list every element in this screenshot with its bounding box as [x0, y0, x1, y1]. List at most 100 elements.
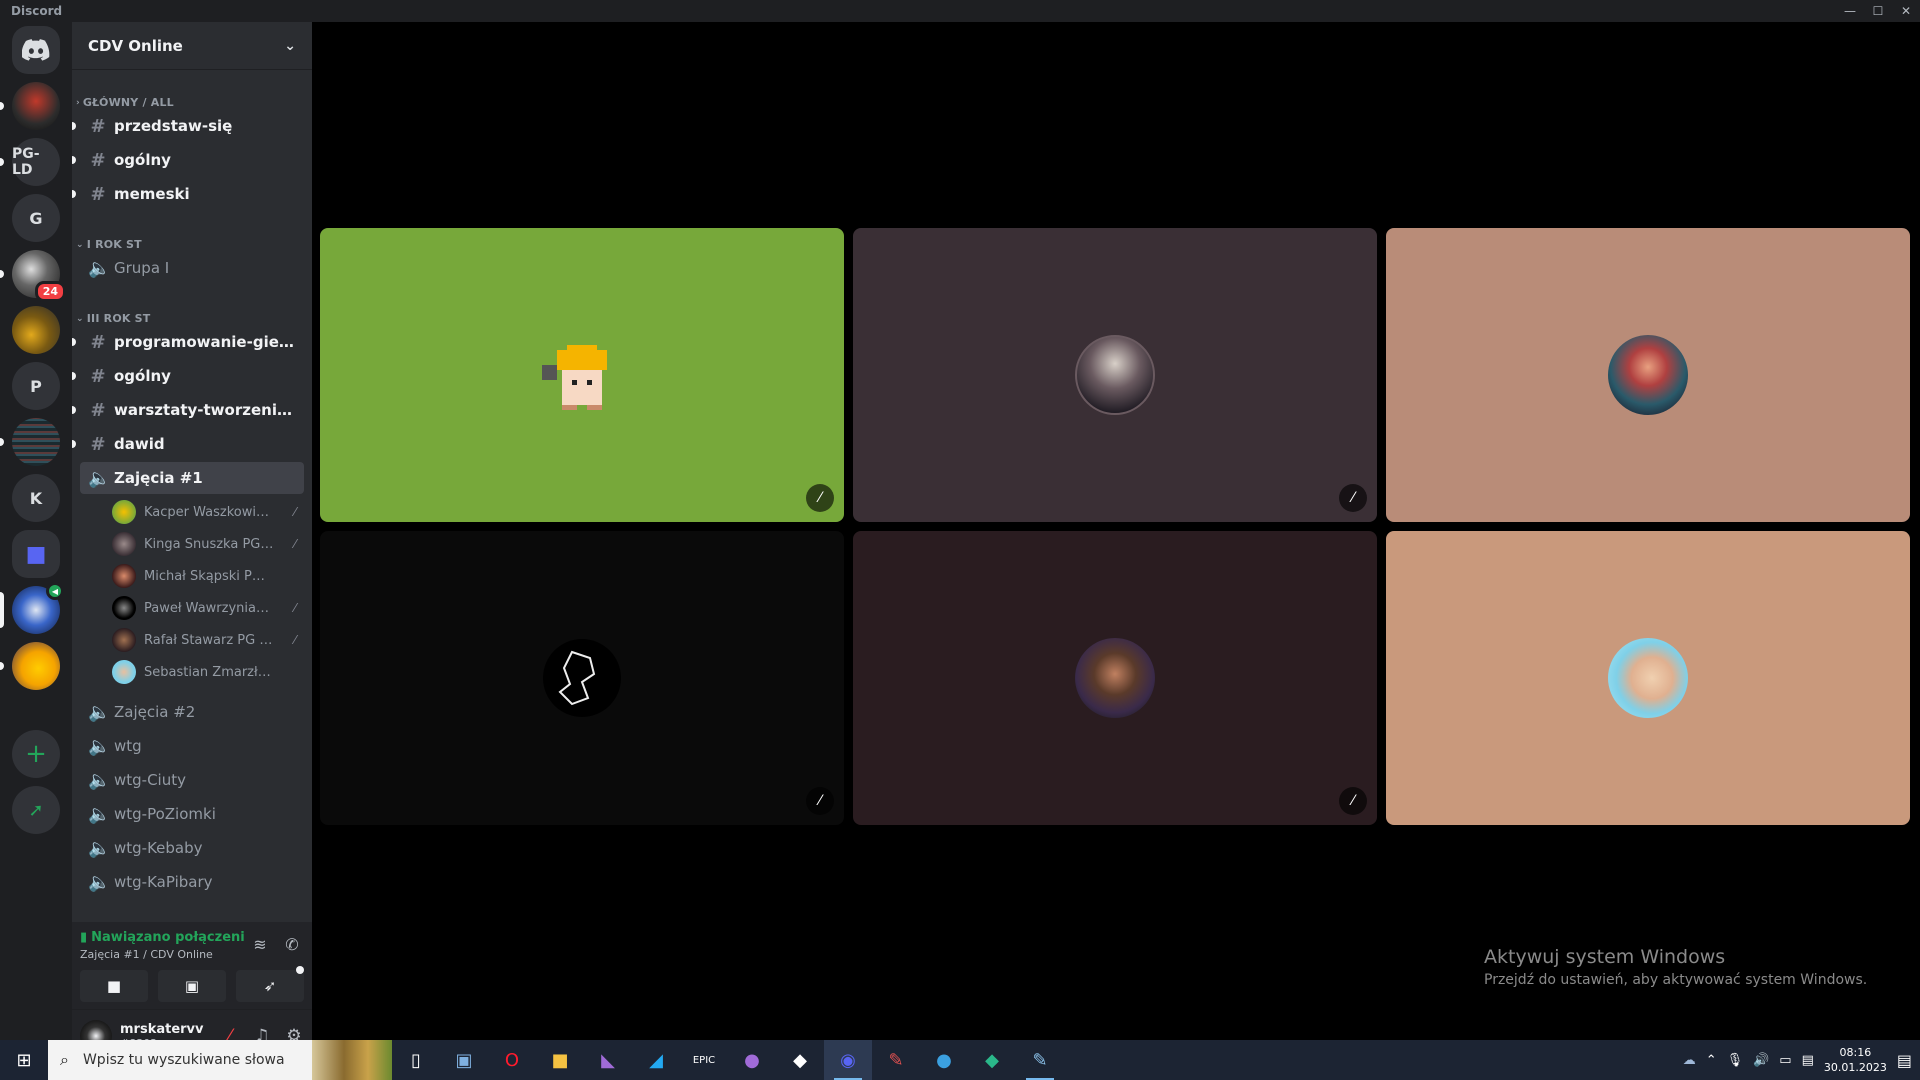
speaker-icon: 🔈 [88, 701, 111, 723]
start-button[interactable]: ⊞ [0, 1040, 48, 1080]
taskbar-app[interactable]: ◆ [968, 1040, 1016, 1080]
participant-tile[interactable]: ⁄ [320, 531, 844, 825]
add-server-button[interactable]: + [12, 730, 60, 778]
voice-user[interactable]: Michał Skąpski PG R3G2 [112, 561, 304, 591]
speaker-icon: 🔈 [88, 803, 111, 825]
taskbar-app-vscode[interactable]: ◢ [632, 1040, 680, 1080]
taskbar-app[interactable]: ✎ [872, 1040, 920, 1080]
home-button[interactable] [12, 26, 60, 74]
voice-channel-wtg-poziomki[interactable]: 🔈 wtg-PoZiomki [80, 798, 304, 830]
taskbar-app-epic[interactable]: EPIC [680, 1040, 728, 1080]
channel-label: ogólny [114, 367, 171, 385]
voice-channel-wtg[interactable]: 🔈 wtg [80, 730, 304, 762]
speaker-icon: 🔈 [88, 735, 111, 757]
voice-status[interactable]: ▮ Nawiązano połączeni [80, 930, 245, 945]
noise-suppression-button[interactable]: ≋ [248, 932, 272, 956]
explore-servers-button[interactable]: ➚ [12, 786, 60, 834]
participant-tile[interactable]: ⁄ [853, 531, 1377, 825]
voice-user[interactable]: Kacper Waszkowia... ⁄ [112, 497, 304, 527]
taskbar-app-unity[interactable]: ◆ [776, 1040, 824, 1080]
channel-warsztaty[interactable]: # warsztaty-tworzenia-g... [72, 394, 304, 426]
volume-icon[interactable]: 🔊 [1753, 1053, 1769, 1068]
participant-tile[interactable] [1386, 228, 1910, 522]
chevron-down-icon: ⌄ [76, 313, 84, 324]
compass-icon: ➚ [28, 799, 44, 821]
voice-channel-zajecia-2[interactable]: 🔈 Zajęcia #2 [80, 696, 304, 728]
server-icon[interactable] [0, 642, 60, 690]
taskbar-app-github[interactable]: ● [728, 1040, 776, 1080]
server-folder[interactable]: ■ [12, 530, 60, 578]
chevron-up-icon[interactable]: ⌃ [1706, 1053, 1717, 1068]
channel-dawid[interactable]: # dawid [72, 428, 304, 460]
voice-channel-wtg-ciuty[interactable]: 🔈 wtg-Ciuty [80, 764, 304, 796]
voice-location[interactable]: Zajęcia #1 / CDV Online [80, 948, 213, 961]
taskbar-app-opera[interactable]: O [488, 1040, 536, 1080]
voice-user[interactable]: Paweł Wawrzyniak ... ⁄ [112, 593, 304, 623]
waveform-icon: ≋ [253, 934, 267, 954]
voice-user[interactable]: Rafał Stawarz PG R... ⁄ [112, 625, 304, 655]
chevron-right-icon: › [76, 97, 80, 108]
voice-user[interactable]: Kinga Snuszka PG ... ⁄ [112, 529, 304, 559]
taskbar-app-discord[interactable]: ◉ [824, 1040, 872, 1080]
activities-button[interactable]: ➶ [236, 970, 304, 1002]
taskbar-app[interactable]: ▣ [440, 1040, 488, 1080]
server-p[interactable]: P [12, 362, 60, 410]
channel-label: warsztaty-tworzenia-g... [114, 401, 294, 419]
category-glowny[interactable]: › GŁÓWNY / ALL [76, 96, 174, 109]
onedrive-icon[interactable]: ☁ [1683, 1053, 1696, 1068]
avatar [112, 596, 136, 620]
app-icon: ◆ [985, 1049, 999, 1071]
voice-user[interactable]: Sebastian Zmarzły PG R... [112, 657, 304, 687]
disconnect-button[interactable]: ✆ [280, 932, 304, 956]
taskbar-search[interactable]: ⌕ Wpisz tu wyszukiwane słowa [48, 1040, 392, 1080]
participant-tile[interactable]: ⁄ [320, 228, 844, 522]
channel-ogolny-2[interactable]: # ogólny [72, 360, 304, 392]
taskbar-app-steam[interactable]: ● [920, 1040, 968, 1080]
server-icon[interactable]: 24 [0, 250, 66, 302]
video-button[interactable]: ■ [80, 970, 148, 1002]
server-icon[interactable] [0, 82, 60, 130]
maximize-button[interactable]: ☐ [1864, 0, 1892, 22]
voice-user-name: Sebastian Zmarzły PG R... [144, 664, 274, 680]
search-placeholder: Wpisz tu wyszukiwane słowa [82, 1052, 285, 1068]
server-icon[interactable] [0, 418, 60, 466]
task-view-button[interactable]: ▯ [392, 1040, 440, 1080]
participant-tile[interactable]: ⁄ [853, 228, 1377, 522]
channel-przedstaw-sie[interactable]: # przedstaw-się [72, 110, 304, 142]
taskbar-app-explorer[interactable]: ■ [536, 1040, 584, 1080]
microphone-icon[interactable]: 🎙 [1727, 1053, 1744, 1068]
voice-channel-grupa-1[interactable]: 🔈 Grupa I [80, 252, 304, 284]
category-rok1[interactable]: ⌄ I ROK ST [76, 238, 142, 251]
channel-label: dawid [114, 435, 165, 453]
voice-user-name: Kacper Waszkowia... [144, 504, 274, 520]
server-cdv-online[interactable]: ◀ [0, 582, 64, 634]
category-rok3[interactable]: ⌄ III ROK ST [76, 312, 150, 325]
camera-icon: ■ [106, 977, 122, 995]
participant-tile[interactable] [1386, 531, 1910, 825]
taskbar-app-visual-studio[interactable]: ◣ [584, 1040, 632, 1080]
mic-muted-icon: ⁄ [806, 787, 834, 815]
channel-programowanie[interactable]: # programowanie-gier-si... [72, 326, 304, 358]
server-g[interactable]: G [12, 194, 60, 242]
close-button[interactable]: ✕ [1892, 0, 1920, 22]
server-icon[interactable] [12, 306, 60, 354]
notifications-icon[interactable]: ▤ [1897, 1051, 1912, 1070]
app-title: Discord [11, 4, 63, 18]
server-k[interactable]: K [12, 474, 60, 522]
folder-icon: ■ [551, 1049, 569, 1071]
unity-icon: ◆ [793, 1049, 807, 1071]
voice-channel-wtg-kapibary[interactable]: 🔈 wtg-KaPibary [80, 866, 304, 898]
taskbar-app-paint[interactable]: ✎ [1016, 1040, 1064, 1080]
voice-channel-zajecia-1[interactable]: 🔈 Zajęcia #1 [80, 462, 304, 494]
battery-icon[interactable]: ▭ [1779, 1053, 1791, 1068]
channel-memeski[interactable]: # memeski [72, 178, 304, 210]
server-pg-ld[interactable]: PG-LD [0, 138, 60, 186]
guild-header[interactable]: CDV Online ⌄ [72, 22, 312, 70]
channel-ogolny[interactable]: # ogólny [72, 144, 304, 176]
minimize-button[interactable]: — [1836, 0, 1864, 22]
voice-channel-wtg-kebaby[interactable]: 🔈 wtg-Kebaby [80, 832, 304, 864]
network-icon[interactable]: ▤ [1802, 1053, 1814, 1068]
clock[interactable]: 08:16 30.01.2023 [1824, 1045, 1887, 1075]
channel-label: wtg-Ciuty [114, 771, 186, 789]
screen-share-button[interactable]: ▣ [158, 970, 226, 1002]
